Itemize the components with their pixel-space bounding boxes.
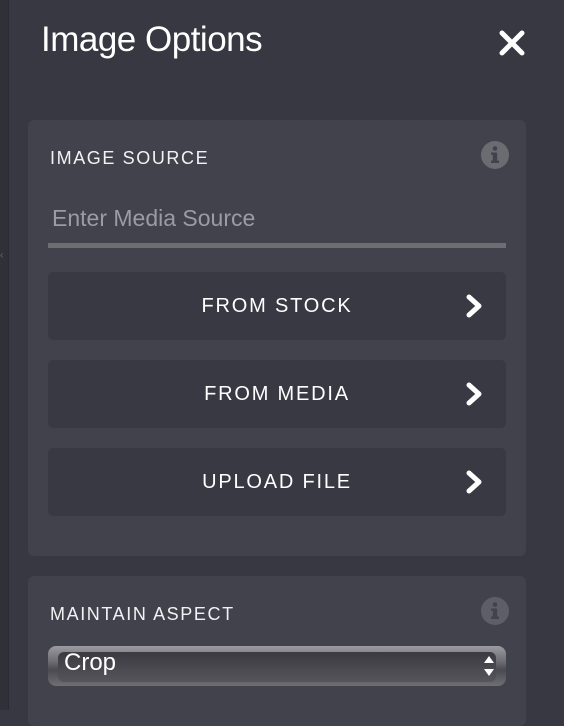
from-media-label: FROM MEDIA (204, 383, 350, 405)
collapse-handle[interactable]: ‹ (0, 251, 4, 261)
aspect-select-inner (58, 652, 496, 682)
chevron-right-icon (466, 294, 482, 318)
aspect-select[interactable]: Crop (48, 646, 506, 686)
upload-file-label: UPLOAD FILE (202, 471, 352, 493)
info-icon[interactable] (480, 596, 510, 626)
panel-title: Image Options (41, 20, 263, 59)
from-media-button[interactable]: FROM MEDIA (48, 360, 506, 428)
aspect-select-value: Crop (64, 649, 117, 676)
select-arrows-icon (484, 656, 494, 676)
info-icon[interactable] (480, 140, 510, 170)
chevron-right-icon (466, 470, 482, 494)
maintain-aspect-card: MAINTAIN ASPECT Crop (28, 576, 526, 726)
image-source-label: IMAGE SOURCE (50, 148, 210, 168)
maintain-aspect-label: MAINTAIN ASPECT (50, 604, 235, 624)
from-stock-label: FROM STOCK (201, 295, 353, 317)
from-stock-button[interactable]: FROM STOCK (48, 272, 506, 340)
close-icon (499, 30, 525, 56)
left-panel-edge (0, 0, 9, 710)
image-source-card: IMAGE SOURCE FROM STOCK FROM MEDIA UPLOA… (28, 120, 526, 556)
media-source-input[interactable] (48, 194, 506, 248)
chevron-right-icon (466, 382, 482, 406)
close-button[interactable] (497, 28, 527, 58)
upload-file-button[interactable]: UPLOAD FILE (48, 448, 506, 516)
